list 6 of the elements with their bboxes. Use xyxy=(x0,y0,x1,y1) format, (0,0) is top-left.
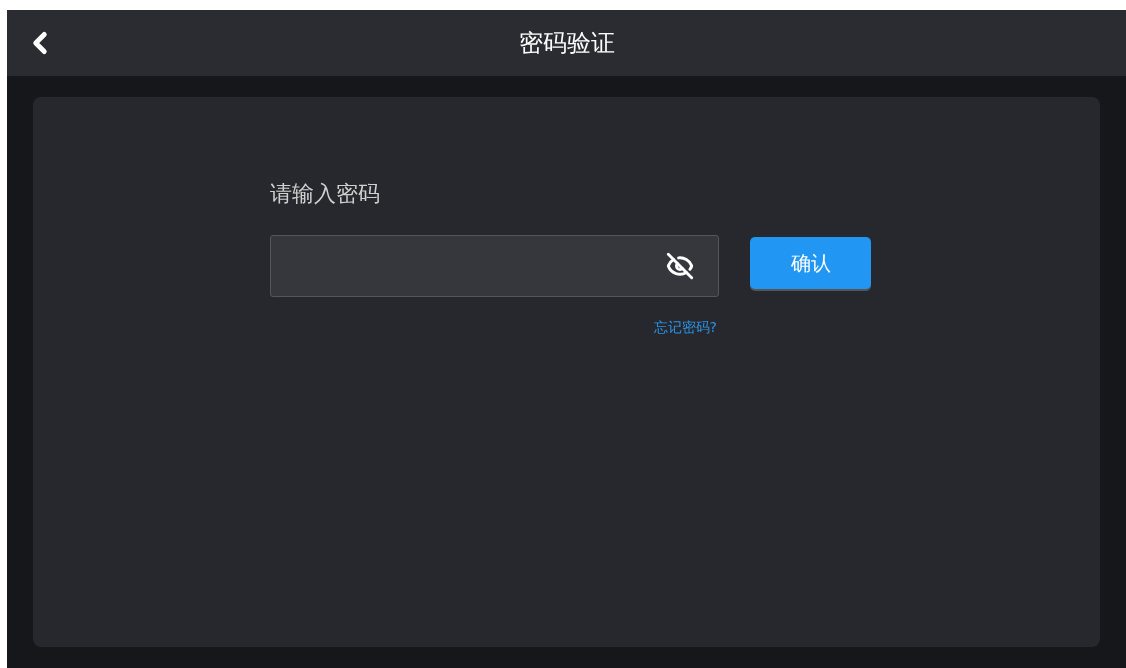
page-title: 密码验证 xyxy=(518,28,615,59)
password-label: 请输入密码 xyxy=(270,180,381,208)
forgot-password-link[interactable]: 忘记密码? xyxy=(653,317,717,338)
confirm-button[interactable]: 确认 xyxy=(750,237,871,289)
password-field[interactable] xyxy=(270,235,719,297)
eye-off-icon[interactable] xyxy=(666,252,694,280)
